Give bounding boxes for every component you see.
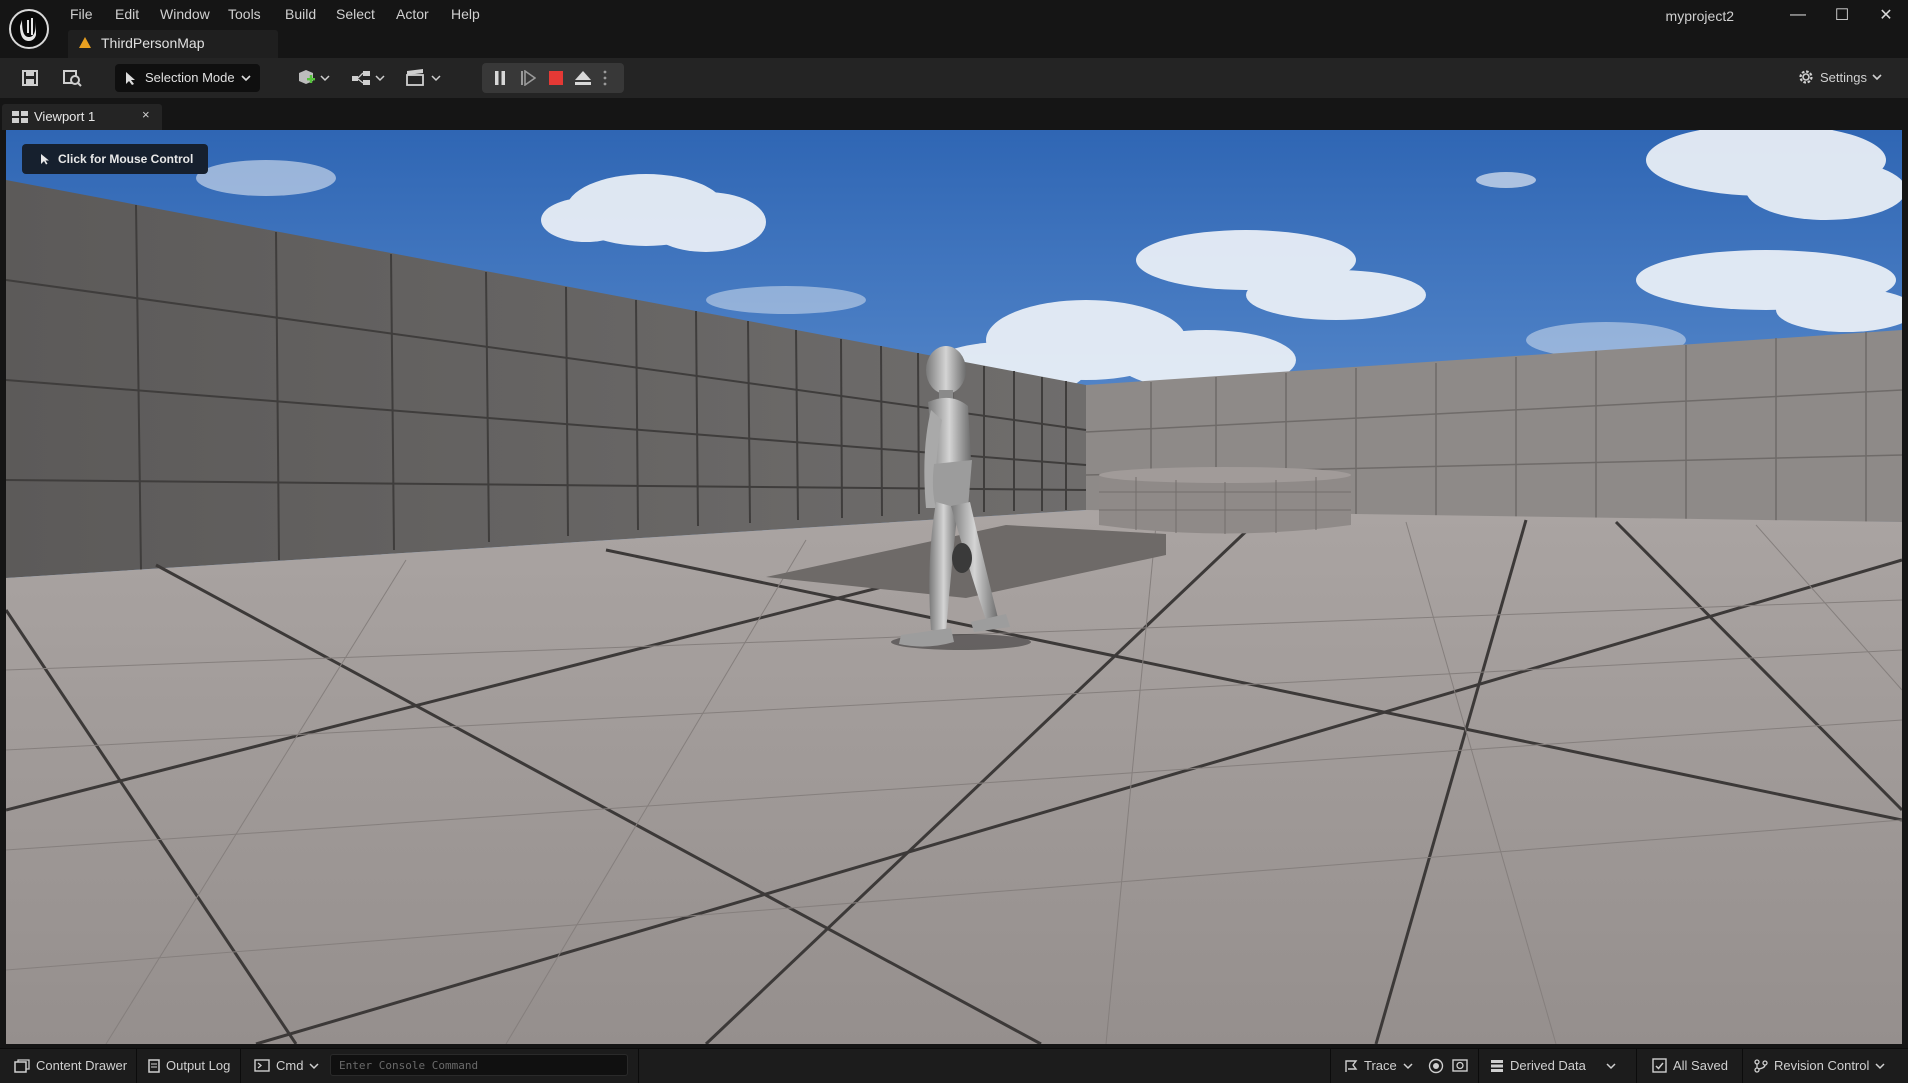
content-drawer-button[interactable]: Content Drawer: [14, 1058, 127, 1073]
menu-actor[interactable]: Actor: [396, 6, 429, 22]
console-command-input[interactable]: [330, 1054, 628, 1076]
viewport-layout-icon: [12, 111, 28, 123]
level-tab[interactable]: ThirdPersonMap: [68, 30, 278, 58]
output-log-label: Output Log: [166, 1058, 231, 1073]
menu-help[interactable]: Help: [451, 6, 480, 22]
trace-dropdown[interactable]: Trace: [1344, 1058, 1413, 1073]
blueprint-icon[interactable]: [350, 66, 388, 90]
divider: [1478, 1049, 1479, 1083]
divider: [1742, 1049, 1743, 1083]
content-drawer-label: Content Drawer: [36, 1058, 128, 1073]
menu-edit[interactable]: Edit: [115, 6, 139, 22]
cmd-dropdown[interactable]: Cmd: [254, 1058, 319, 1073]
unreal-logo-icon[interactable]: [8, 8, 50, 50]
terminal-icon: [254, 1059, 270, 1072]
selection-mode-dropdown[interactable]: Selection Mode: [115, 64, 260, 92]
divider: [1636, 1049, 1637, 1083]
menu-window[interactable]: Window: [160, 6, 210, 22]
settings-label: Settings: [1820, 69, 1867, 85]
browse-icon[interactable]: [60, 66, 84, 90]
chevron-down-icon: [1403, 1062, 1413, 1069]
output-log-icon: [148, 1058, 160, 1073]
title-bar: File Edit Window Tools Build Select Acto…: [0, 0, 1908, 58]
trace-icon: [1345, 1059, 1358, 1072]
pause-icon[interactable]: [488, 66, 512, 90]
cursor-icon: [41, 154, 49, 165]
divider: [240, 1049, 241, 1083]
mouse-control-label: Click for Mouse Control: [58, 152, 194, 166]
chevron-down-icon: [309, 1062, 319, 1069]
play-controls: [482, 63, 624, 93]
mouse-control-button[interactable]: Click for Mouse Control: [22, 144, 208, 174]
divider: [136, 1049, 137, 1083]
eject-icon[interactable]: [571, 66, 595, 90]
chevron-down-icon: [1872, 74, 1882, 81]
chevron-down-icon: [1875, 1062, 1885, 1069]
settings-button[interactable]: Settings: [1797, 68, 1882, 86]
content-drawer-icon: [14, 1058, 30, 1073]
menu-select[interactable]: Select: [336, 6, 375, 22]
level-icon: [79, 37, 91, 48]
chevron-down-icon: [241, 75, 251, 82]
menu-build[interactable]: Build: [285, 6, 316, 22]
selection-mode-label: Selection Mode: [145, 70, 235, 85]
derived-data-label: Derived Data: [1510, 1058, 1586, 1073]
status-bar: Content Drawer Output Log Cmd Trace Deri…: [0, 1048, 1908, 1083]
cursor-icon: [126, 72, 135, 85]
close-button[interactable]: ✕: [1864, 0, 1908, 30]
gear-icon: [1799, 70, 1813, 84]
all-saved-button[interactable]: All Saved: [1652, 1058, 1728, 1073]
cinematics-icon[interactable]: [404, 66, 444, 90]
trace-label: Trace: [1364, 1058, 1397, 1073]
minimize-button[interactable]: —: [1776, 0, 1820, 30]
stop-icon[interactable]: [544, 66, 568, 90]
derived-data-icon: [1491, 1059, 1503, 1072]
maximize-button[interactable]: ☐: [1820, 0, 1864, 30]
skip-frame-icon[interactable]: [516, 66, 540, 90]
menu-tools[interactable]: Tools: [228, 6, 261, 22]
menu-file[interactable]: File: [70, 6, 93, 22]
project-name: myproject2: [1665, 8, 1734, 24]
level-viewport[interactable]: Click for Mouse Control: [6, 130, 1902, 1044]
main-toolbar: Selection Mode Settings: [0, 58, 1908, 98]
level-tab-label: ThirdPersonMap: [101, 35, 205, 51]
chevron-down-icon: [1606, 1062, 1616, 1069]
all-saved-label: All Saved: [1673, 1058, 1728, 1073]
cmd-label: Cmd: [276, 1058, 304, 1073]
screenshot-icon[interactable]: [1452, 1058, 1468, 1072]
revision-control-label: Revision Control: [1774, 1058, 1870, 1073]
scene-render: [6, 130, 1902, 1044]
viewport-tab[interactable]: Viewport 1 ×: [2, 104, 162, 130]
close-tab-icon[interactable]: ×: [142, 107, 150, 122]
viewport-tab-strip: [0, 98, 1908, 130]
viewport-tab-label: Viewport 1: [34, 109, 96, 124]
divider: [1330, 1049, 1331, 1083]
divider: [638, 1049, 639, 1083]
revision-control-dropdown[interactable]: Revision Control: [1754, 1058, 1885, 1073]
branch-icon: [1754, 1058, 1768, 1073]
record-icon[interactable]: [1428, 1058, 1444, 1074]
derived-data-dropdown[interactable]: Derived Data: [1490, 1058, 1616, 1073]
save-icon[interactable]: [18, 66, 42, 90]
more-options-icon[interactable]: [597, 66, 613, 90]
output-log-button[interactable]: Output Log: [148, 1058, 230, 1073]
add-actor-icon[interactable]: [296, 66, 332, 90]
save-status-icon: [1652, 1058, 1667, 1073]
